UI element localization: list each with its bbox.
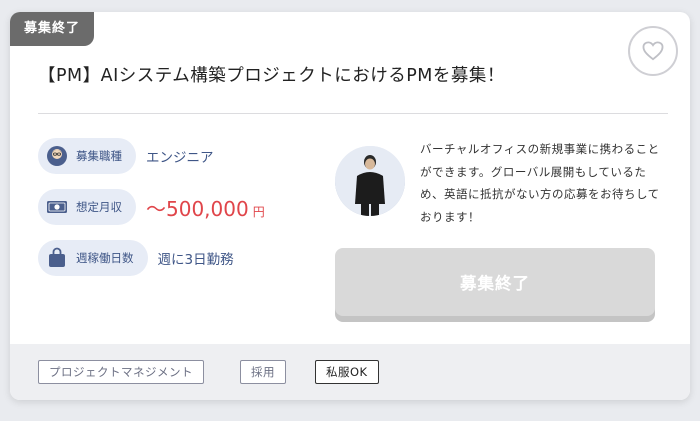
closed-button[interactable]: 募集終了 (335, 248, 655, 316)
tag-casual-dress[interactable]: 私服OK (315, 360, 379, 384)
spec-salary: 想定月収 〜500,000 円 (38, 189, 265, 225)
job-description: バーチャルオフィスの新規事業に携わることができます。グローバル展開もしているため… (420, 142, 660, 224)
spec-job-type: 募集職種 エンジニア (38, 138, 214, 174)
spec-label-pill: 募集職種 (38, 138, 136, 174)
favorite-button[interactable] (628, 26, 678, 76)
spec-work-days: 週稼働日数 週に3日勤務 (38, 240, 234, 276)
tag-recruiting[interactable]: 採用 (240, 360, 286, 384)
money-icon (46, 196, 68, 218)
spec-label: 週稼働日数 (76, 251, 134, 265)
status-badge: 募集終了 (10, 12, 95, 46)
heart-icon (642, 41, 664, 61)
bag-icon (46, 247, 68, 269)
salary-unit: 円 (252, 204, 265, 219)
job-title[interactable]: 【PM】AIシステム構築プロジェクトにおけるPMを募集！ (38, 62, 505, 87)
salary-amount: 〜500,000 (146, 196, 249, 221)
job-card[interactable]: 募集終了 【PM】AIシステム構築プロジェクトにおけるPMを募集！ 募集職種 エ… (10, 12, 690, 400)
spec-label-pill: 想定月収 (38, 189, 136, 225)
spec-label: 募集職種 (76, 149, 122, 163)
avatar (335, 146, 405, 216)
spec-label-pill: 週稼働日数 (38, 240, 148, 276)
tag-project-management[interactable]: プロジェクトマネジメント (38, 360, 204, 384)
spec-label: 想定月収 (76, 200, 122, 214)
divider (38, 113, 668, 114)
salary-value: 〜500,000 円 (146, 193, 265, 222)
spec-value: エンジニア (146, 150, 214, 166)
person-icon (46, 145, 68, 167)
spec-value: 週に3日勤務 (157, 252, 234, 268)
